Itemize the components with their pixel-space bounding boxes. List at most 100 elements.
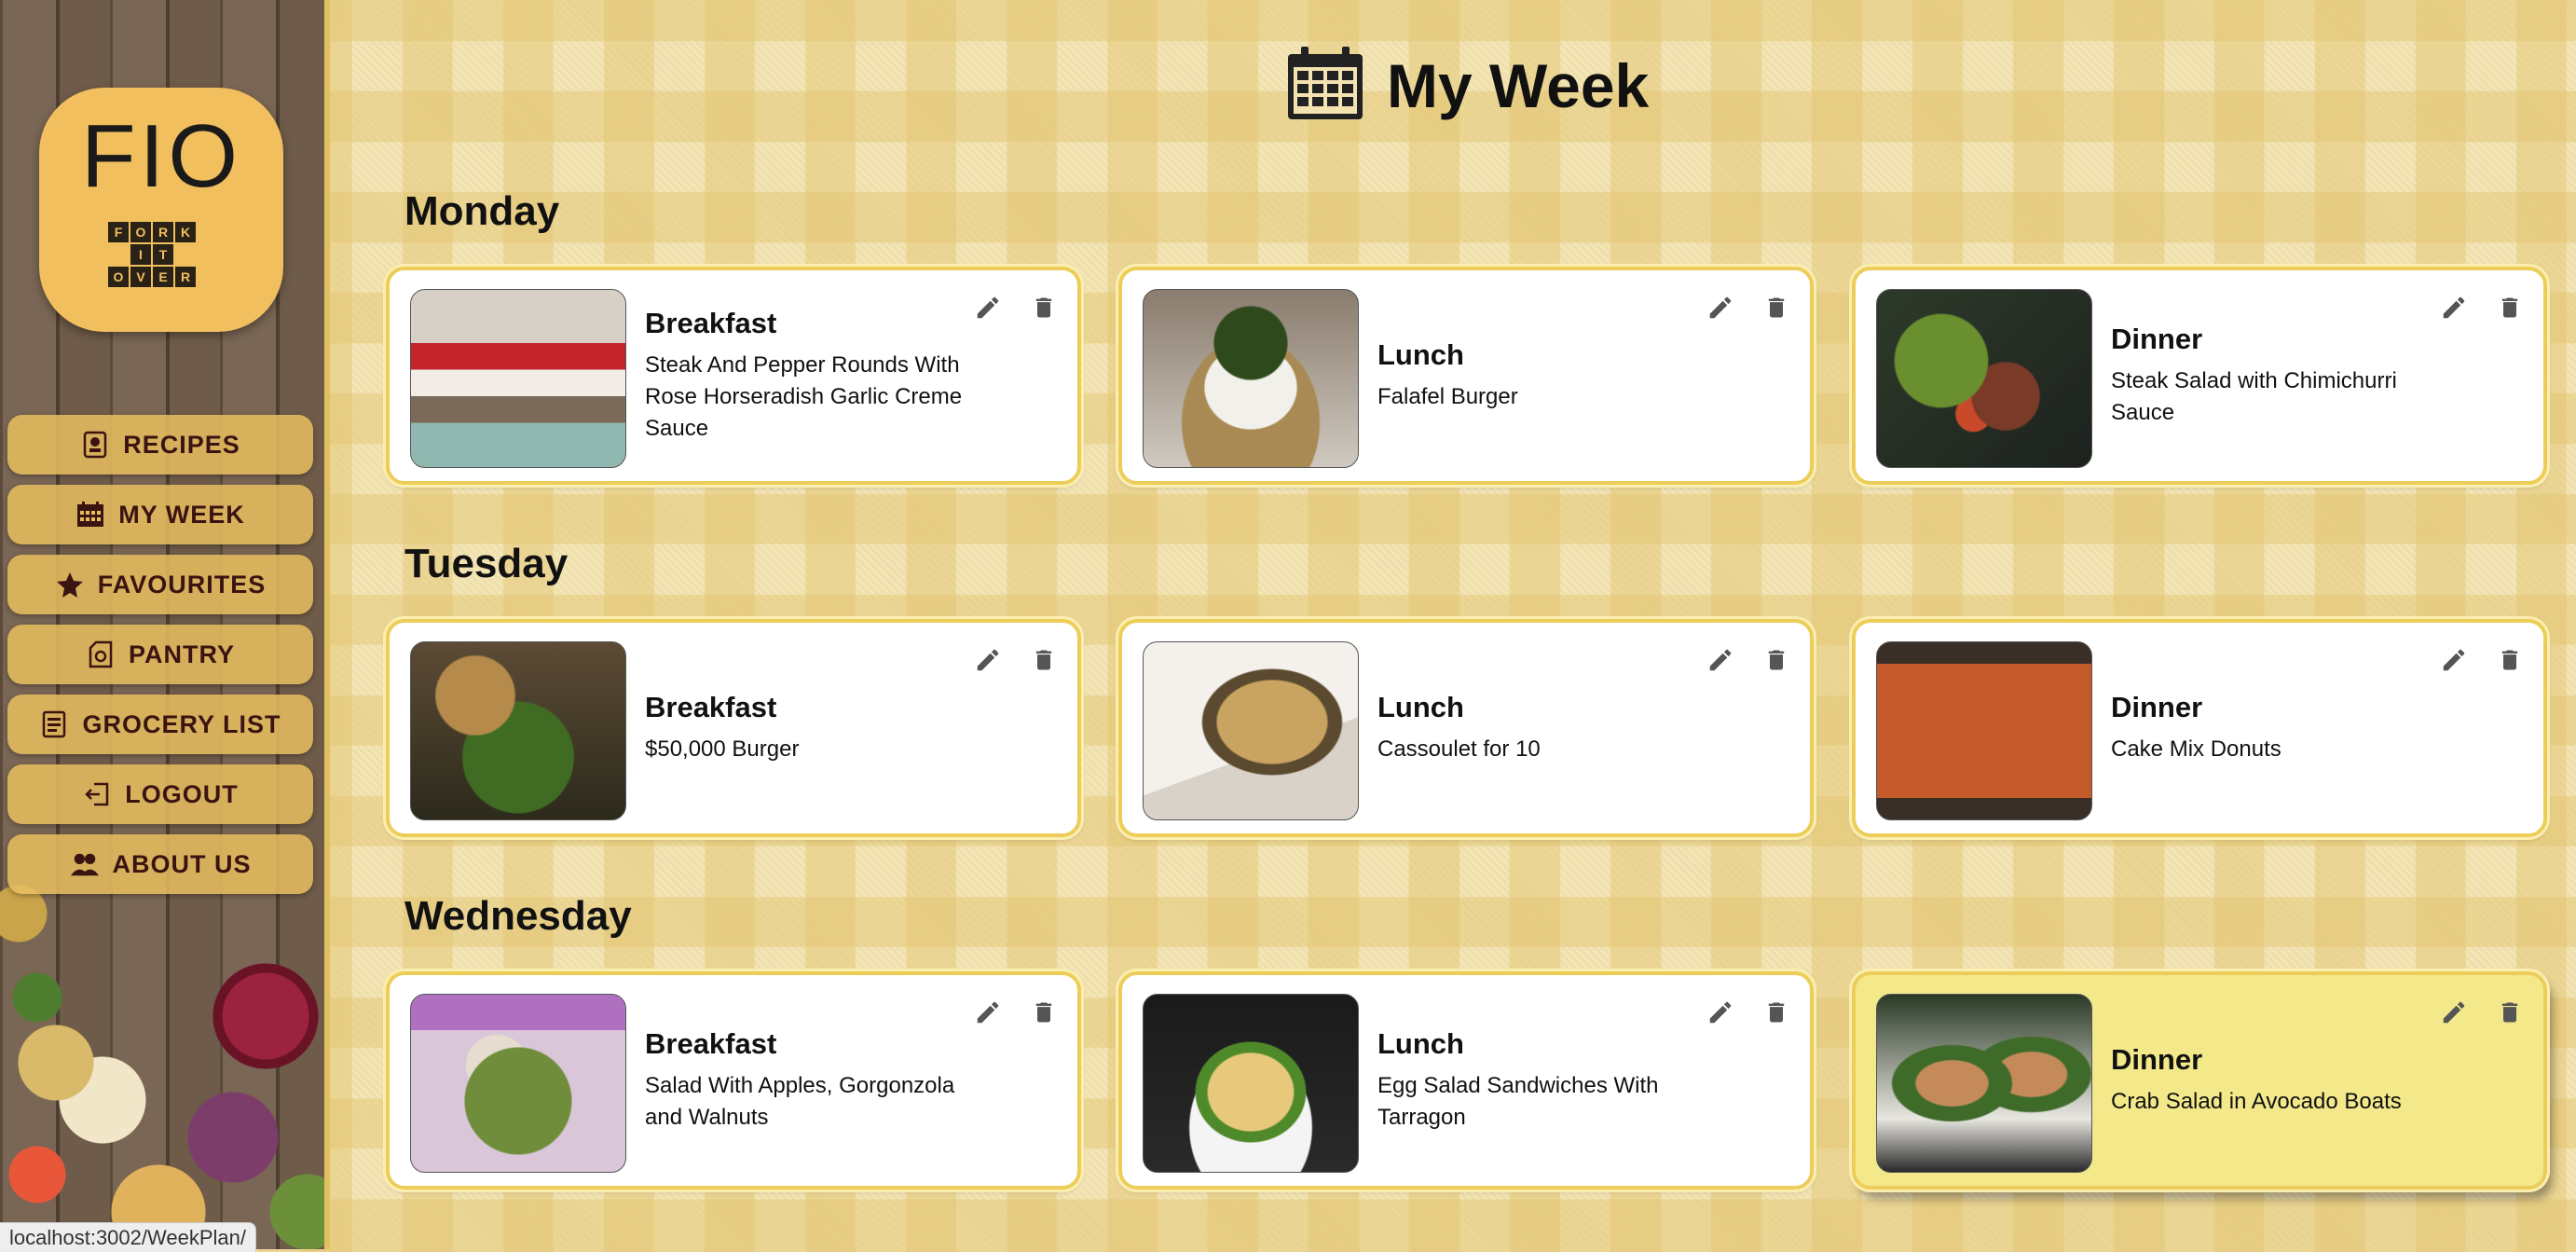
- list-icon: [39, 709, 69, 739]
- nav-label: GROCERY LIST: [82, 709, 281, 738]
- meal-photo: [1876, 641, 2092, 820]
- edit-icon[interactable]: [969, 289, 1007, 326]
- card-actions: [2435, 994, 2528, 1031]
- calendar-icon: [75, 500, 105, 530]
- meal-card-wednesday-lunch[interactable]: Lunch Egg Salad Sandwiches With Tarragon: [1118, 971, 1814, 1190]
- nav-grocery-list[interactable]: GROCERY LIST: [7, 695, 313, 754]
- edit-icon[interactable]: [969, 641, 1007, 679]
- meal-info: Lunch Egg Salad Sandwiches With Tarragon: [1377, 975, 1726, 1186]
- nav-recipes[interactable]: RECIPES: [7, 415, 313, 475]
- meal-card-monday-lunch[interactable]: Lunch Falafel Burger: [1118, 267, 1814, 485]
- meal-card-monday-dinner[interactable]: Dinner Steak Salad with Chimichurri Sauc…: [1852, 267, 2547, 485]
- meal-photo: [1143, 641, 1359, 820]
- meal-card-tuesday-breakfast[interactable]: Breakfast $50,000 Burger: [386, 619, 1081, 837]
- nav-label: RECIPES: [123, 430, 240, 459]
- calendar-icon: [1286, 45, 1364, 126]
- star-icon: [55, 570, 85, 599]
- nav-pantry[interactable]: PANTRY: [7, 625, 313, 684]
- pantry-icon: [86, 640, 116, 669]
- meal-card-wednesday-dinner[interactable]: Dinner Crab Salad in Avocado Boats: [1852, 971, 2547, 1190]
- nav-my-week[interactable]: MY WEEK: [7, 485, 313, 544]
- logo-letter: E: [153, 267, 173, 287]
- day-heading-wednesday: Wednesday: [404, 893, 632, 939]
- meal-photo: [410, 289, 626, 468]
- fio-logo[interactable]: FIO F O R K I T O V E R: [39, 88, 283, 332]
- meal-type: Lunch: [1377, 338, 1464, 371]
- edit-icon[interactable]: [2435, 994, 2473, 1031]
- status-bar-url: localhost:3002/WeekPlan/: [0, 1222, 256, 1252]
- meal-name: Cassoulet for 10: [1377, 736, 1541, 762]
- meal-type: Breakfast: [645, 307, 777, 339]
- meal-info: Dinner Cake Mix Donuts: [2111, 623, 2460, 833]
- meal-name: Steak And Pepper Rounds With Rose Horser…: [645, 352, 963, 441]
- logo-blank: [175, 244, 196, 265]
- logo-letter: K: [175, 222, 196, 242]
- nav-label: ABOUT US: [112, 849, 252, 878]
- meal-photo: [1143, 994, 1359, 1173]
- meal-card-wednesday-breakfast[interactable]: Breakfast Salad With Apples, Gorgonzola …: [386, 971, 1081, 1190]
- meal-info: Breakfast Steak And Pepper Rounds With R…: [645, 270, 993, 481]
- logo-letter: V: [130, 267, 151, 287]
- sidebar: FIO F O R K I T O V E R RECIPES MY WEEK …: [0, 0, 330, 1249]
- meal-type: Breakfast: [645, 691, 777, 723]
- card-actions: [969, 641, 1062, 679]
- logo-blank: [198, 267, 218, 287]
- meal-photo: [410, 994, 626, 1173]
- delete-icon[interactable]: [1758, 994, 1795, 1031]
- logo-letter: O: [108, 267, 129, 287]
- meal-info: Dinner Crab Salad in Avocado Boats: [2111, 975, 2460, 1186]
- logo-fork-it-over: F O R K I T O V E R: [108, 222, 218, 287]
- nav-logout[interactable]: LOGOUT: [7, 764, 313, 824]
- edit-icon[interactable]: [1702, 641, 1739, 679]
- logo-letter: R: [153, 222, 173, 242]
- nav-label: FAVOURITES: [97, 570, 267, 598]
- main-nav: RECIPES MY WEEK FAVOURITES PANTRY GROCER…: [7, 415, 313, 904]
- logo-letter: T: [153, 244, 173, 265]
- logo-letter: O: [130, 222, 151, 242]
- logo-letter: R: [175, 267, 196, 287]
- edit-icon[interactable]: [2435, 641, 2473, 679]
- meal-photo: [1876, 289, 2092, 468]
- meal-info: Breakfast Salad With Apples, Gorgonzola …: [645, 975, 993, 1186]
- logo-blank: [198, 244, 218, 265]
- delete-icon[interactable]: [1758, 641, 1795, 679]
- meal-name: Steak Salad with Chimichurri Sauce: [2111, 368, 2397, 425]
- delete-icon[interactable]: [1025, 289, 1062, 326]
- day-heading-tuesday: Tuesday: [404, 541, 569, 586]
- meal-photo: [1143, 289, 1359, 468]
- card-actions: [2435, 641, 2528, 679]
- meal-card-monday-breakfast[interactable]: Breakfast Steak And Pepper Rounds With R…: [386, 267, 1081, 485]
- delete-icon[interactable]: [2491, 289, 2528, 326]
- page-header: My Week: [1286, 45, 1649, 126]
- meal-name: Falafel Burger: [1377, 384, 1518, 409]
- edit-icon[interactable]: [1702, 289, 1739, 326]
- nav-favourites[interactable]: FAVOURITES: [7, 555, 313, 614]
- delete-icon[interactable]: [1758, 289, 1795, 326]
- day-heading-monday: Monday: [404, 188, 560, 234]
- delete-icon[interactable]: [2491, 641, 2528, 679]
- meal-name: Cake Mix Donuts: [2111, 736, 2281, 762]
- edit-icon[interactable]: [969, 994, 1007, 1031]
- meal-type: Lunch: [1377, 1027, 1464, 1060]
- page-title: My Week: [1387, 50, 1650, 120]
- card-actions: [1702, 994, 1795, 1031]
- meal-card-tuesday-dinner[interactable]: Dinner Cake Mix Donuts: [1852, 619, 2547, 837]
- logout-icon: [82, 779, 112, 809]
- edit-icon[interactable]: [1702, 994, 1739, 1031]
- meal-name: Crab Salad in Avocado Boats: [2111, 1089, 2402, 1114]
- people-icon: [70, 849, 100, 879]
- delete-icon[interactable]: [2491, 994, 2528, 1031]
- edit-icon[interactable]: [2435, 289, 2473, 326]
- meal-type: Dinner: [2111, 691, 2203, 723]
- delete-icon[interactable]: [1025, 641, 1062, 679]
- delete-icon[interactable]: [1025, 994, 1062, 1031]
- meal-info: Lunch Falafel Burger: [1377, 270, 1726, 481]
- logo-title: FIO: [81, 106, 241, 206]
- card-actions: [1702, 289, 1795, 326]
- meal-card-tuesday-lunch[interactable]: Lunch Cassoulet for 10: [1118, 619, 1814, 837]
- card-actions: [969, 289, 1062, 326]
- meal-type: Dinner: [2111, 1043, 2203, 1076]
- logo-letter: F: [108, 222, 129, 242]
- nav-label: MY WEEK: [118, 500, 245, 529]
- nav-about-us[interactable]: ABOUT US: [7, 834, 313, 894]
